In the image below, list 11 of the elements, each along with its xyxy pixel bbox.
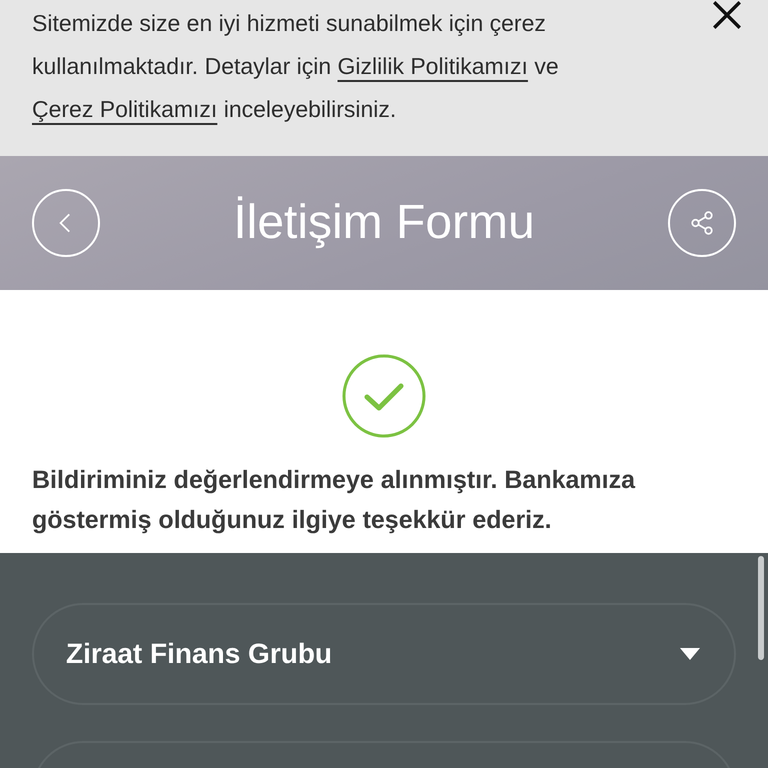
page-title: İletişim Formu [233,195,535,251]
share-icon [688,210,715,236]
share-button[interactable] [668,189,736,257]
policy-link[interactable]: Gizlilik Politikamızı [338,53,528,79]
back-button[interactable] [32,189,100,257]
confirmation-message: Bildiriminiz değerlendirmeye alınmıştır. Bankamıza göstermiş olduğunuz ilgiye teşekkür ederiz. [31,465,636,536]
select-field[interactable]: Ziraat Finans Grubu [32,603,736,705]
check-circle-icon [342,354,426,438]
policy-link[interactable]: Çerez Politikamızı [32,96,218,122]
cookie-notice: Sitemizde size en iyi hizmeti sunabilmek için çerez kullanılmaktadır. Detaylar için Gizlilik Politikamızı ve Çerez Politikamızı inceleyebilirsiniz. [32,9,560,124]
dropdown-arrow-icon [680,648,700,660]
